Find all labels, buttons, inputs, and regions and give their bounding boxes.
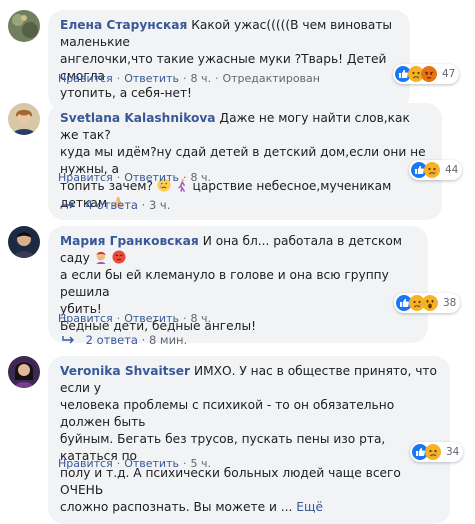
like-link[interactable]: Нравится	[58, 312, 113, 325]
comment-bubble: Мария Гранковская И она бл... работала в …	[48, 226, 428, 343]
facepalm-emoji-icon	[96, 251, 106, 264]
reaction-summary[interactable]: 47	[393, 64, 460, 84]
reply-link[interactable]: Ответить	[124, 171, 179, 184]
comment-text: сложно распознать. Вы можете и ...	[60, 500, 293, 514]
replies-time: 3 ч.	[148, 198, 171, 212]
comment-author[interactable]: Veronika Shvaitser	[60, 364, 190, 378]
comment-time[interactable]: 8 ч.	[190, 72, 211, 85]
reaction-count: 34	[446, 446, 460, 458]
reply-link[interactable]: Ответить	[124, 312, 179, 325]
comment-text: полу и т.д. А психически больных людей ч…	[60, 466, 401, 497]
comment-time[interactable]: 8 ч.	[190, 171, 211, 184]
comment-bubble: Veronika Shvaitser ИМХО. У нас в обществе…	[48, 356, 450, 524]
avatar[interactable]	[8, 10, 40, 42]
replies-count[interactable]: 4 ответа	[86, 198, 138, 212]
like-link[interactable]: Нравится	[58, 72, 113, 85]
see-more-link[interactable]: Ещё	[296, 500, 323, 514]
angry-icon	[421, 66, 437, 82]
like-link[interactable]: Нравится	[58, 171, 113, 184]
avatar[interactable]	[8, 226, 40, 258]
comment-actions: Нравится · Ответить · 5 ч.	[58, 457, 211, 470]
like-link[interactable]: Нравится	[58, 457, 113, 470]
replies-time: 8 мин.	[148, 333, 188, 347]
comment-text: утопить, а себя-нет!	[60, 86, 192, 100]
avatar[interactable]	[8, 103, 40, 135]
avatar[interactable]	[8, 356, 40, 388]
reply-link[interactable]: Ответить	[124, 457, 179, 470]
view-replies-link[interactable]: 2 ответа · 8 мин.	[62, 333, 187, 347]
comment-author[interactable]: Мария Гранковская	[60, 234, 199, 248]
comment-actions: Нравится · Ответить · 8 ч.	[58, 171, 211, 184]
comment-author[interactable]: Svetlana Kalashnikova	[60, 111, 216, 125]
replies-count[interactable]: 2 ответа	[86, 333, 138, 347]
comment-text: а если бы ей клемануло в голове и она вс…	[60, 268, 389, 299]
reply-arrow-icon	[62, 201, 74, 209]
comment-bubble: Елена Старунская Какой ужас(((((В чем вин…	[48, 10, 410, 110]
comment-author[interactable]: Елена Старунская	[60, 18, 187, 32]
comment-text: человека проблемы с психикой - то он обя…	[60, 398, 395, 429]
wow-icon	[422, 295, 438, 311]
comment-actions: Нравится · Ответить · 8 ч.	[58, 312, 211, 325]
view-replies-link[interactable]: 4 ответа · 3 ч.	[62, 198, 170, 212]
sad-icon	[425, 444, 441, 460]
comment-time[interactable]: 8 ч.	[190, 312, 211, 325]
edited-label: Отредактирован	[222, 72, 320, 85]
reaction-count: 44	[445, 164, 459, 176]
angry-face-emoji-icon	[112, 250, 126, 264]
reply-link[interactable]: Ответить	[124, 72, 179, 85]
reaction-count: 38	[443, 297, 457, 309]
reply-arrow-icon	[62, 336, 74, 344]
reaction-summary[interactable]: 44	[409, 160, 463, 180]
sad-icon	[424, 162, 440, 178]
reaction-count: 47	[442, 68, 456, 80]
reaction-summary[interactable]: 38	[394, 293, 461, 313]
comment-time[interactable]: 5 ч.	[190, 457, 211, 470]
comment-actions: Нравится · Ответить · 8 ч. · Отредактирован	[58, 72, 320, 85]
reaction-summary[interactable]: 34	[410, 442, 464, 462]
